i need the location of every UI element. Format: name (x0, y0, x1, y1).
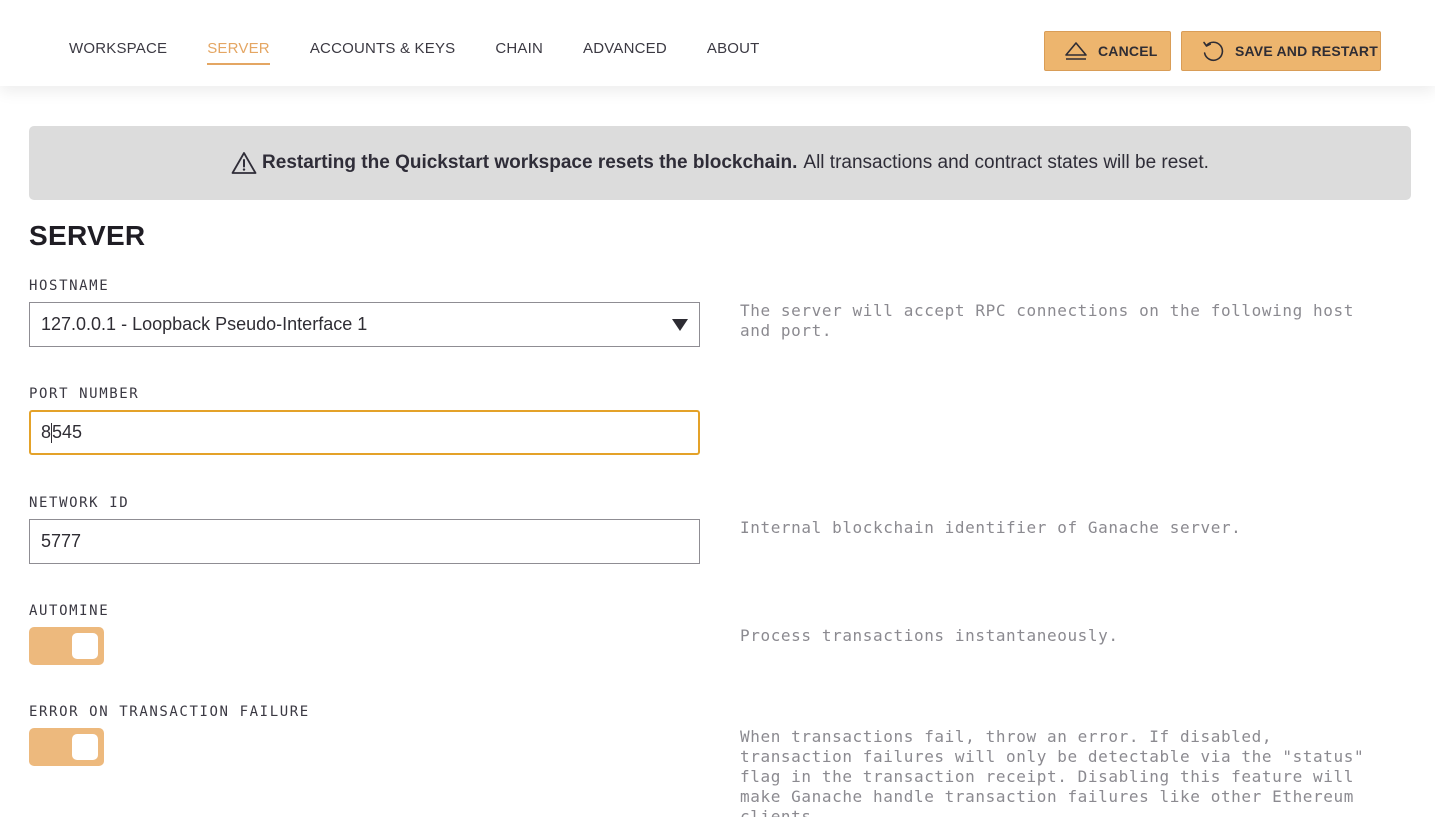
network-id-help: Internal blockchain identifier of Ganach… (740, 518, 1242, 537)
banner-text: All transactions and contract states wil… (803, 152, 1209, 173)
warning-icon (231, 151, 257, 175)
banner-bold-text: Restarting the Quickstart workspace rese… (262, 152, 798, 173)
port-value-after-cursor: 545 (52, 422, 83, 442)
tab-about[interactable]: ABOUT (707, 39, 760, 65)
toggle-knob (72, 734, 98, 760)
tab-workspace[interactable]: WORKSPACE (69, 39, 167, 65)
toggle-knob (72, 633, 98, 659)
hostname-select[interactable]: 127.0.0.1 - Loopback Pseudo-Interface 1 (29, 302, 700, 347)
hostname-help: The server will accept RPC connections o… (740, 301, 1354, 340)
top-bar: WORKSPACE SERVER ACCOUNTS & KEYS CHAIN A… (0, 0, 1435, 86)
tab-server[interactable]: SERVER (207, 39, 270, 65)
tab-chain[interactable]: CHAIN (495, 39, 543, 65)
network-id-value: 5777 (41, 531, 82, 551)
save-and-restart-label: SAVE AND RESTART (1235, 43, 1378, 59)
error-on-failure-label: ERROR ON TRANSACTION FAILURE (29, 704, 310, 720)
hostname-label: HOSTNAME (29, 278, 110, 294)
dropdown-arrow-icon (672, 319, 688, 331)
port-number-input[interactable]: 8 545 (29, 410, 700, 455)
section-title: SERVER (29, 220, 146, 251)
network-id-input[interactable]: 5777 (29, 519, 700, 564)
port-value-before-cursor: 8 (41, 422, 52, 442)
settings-tabs: WORKSPACE SERVER ACCOUNTS & KEYS CHAIN A… (69, 39, 800, 65)
save-and-restart-button[interactable]: SAVE AND RESTART (1181, 31, 1381, 71)
hostname-value: 127.0.0.1 - Loopback Pseudo-Interface 1 (41, 314, 368, 334)
automine-help: Process transactions instantaneously. (740, 626, 1119, 645)
restart-icon (1201, 39, 1225, 63)
automine-label: AUTOMINE (29, 603, 110, 619)
eject-icon (1064, 39, 1088, 63)
tab-accounts-keys[interactable]: ACCOUNTS & KEYS (310, 39, 456, 65)
network-id-label: NETWORK ID (29, 495, 130, 511)
automine-toggle[interactable] (29, 627, 104, 665)
error-on-failure-help: When transactions fail, throw an error. … (740, 727, 1365, 817)
tab-advanced[interactable]: ADVANCED (583, 39, 667, 65)
cancel-label: CANCEL (1098, 43, 1158, 59)
error-on-failure-toggle[interactable] (29, 728, 104, 766)
port-number-label: PORT NUMBER (29, 386, 140, 402)
restart-warning-banner: Restarting the Quickstart workspace rese… (29, 126, 1411, 200)
cancel-button[interactable]: CANCEL (1044, 31, 1171, 71)
